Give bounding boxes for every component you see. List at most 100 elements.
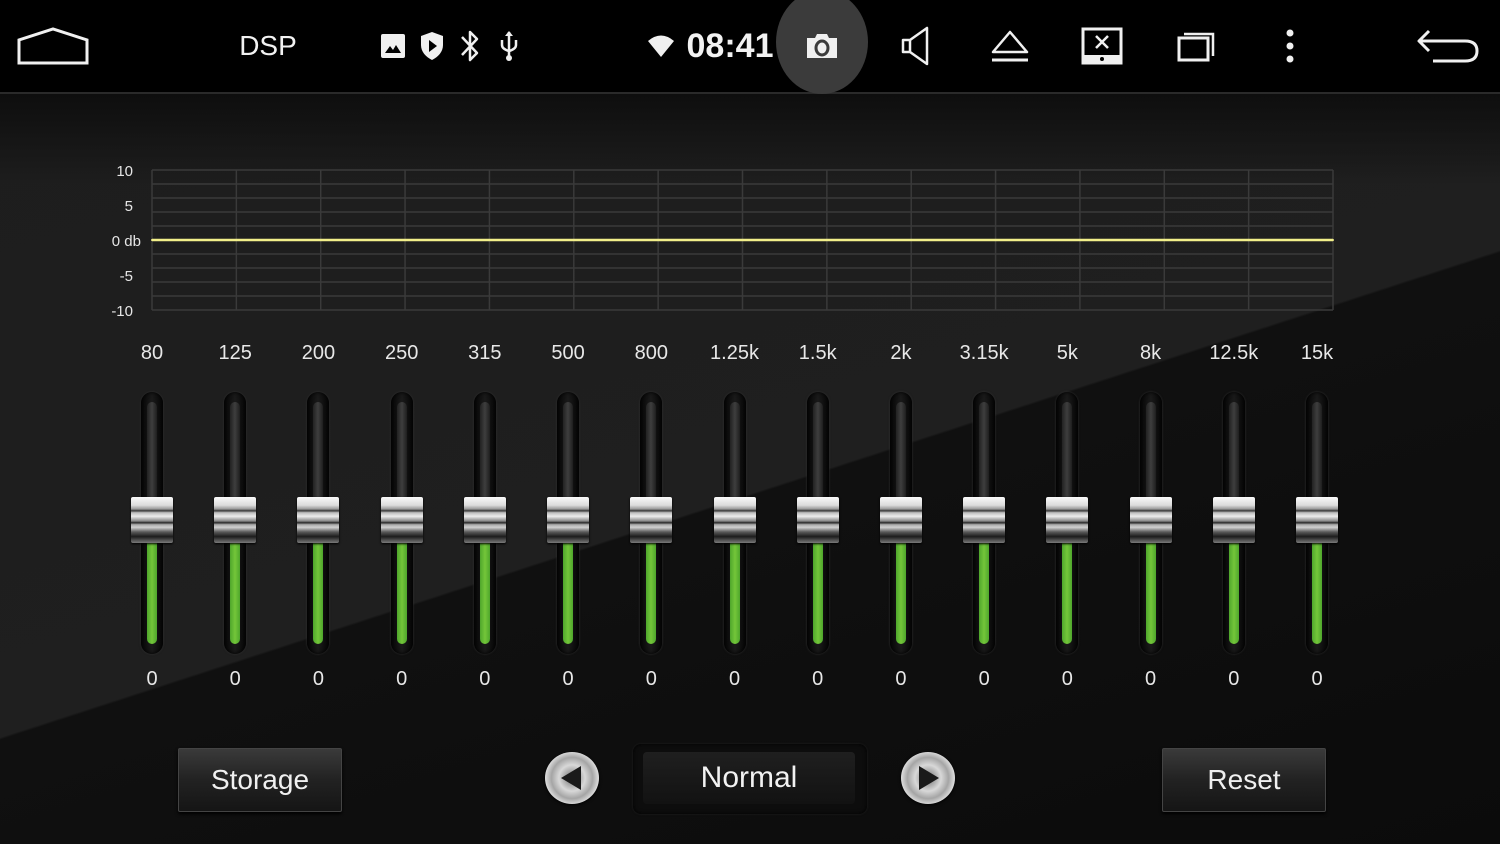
slider-knob[interactable] xyxy=(630,497,673,543)
band-slider[interactable] xyxy=(1287,392,1347,656)
band-slider[interactable] xyxy=(621,392,681,656)
slider-track[interactable] xyxy=(1062,402,1073,512)
band-slider[interactable] xyxy=(1037,392,1097,656)
slider-level-fill xyxy=(396,537,407,644)
slider-knob[interactable] xyxy=(1129,497,1172,543)
y-tick-label: 5 xyxy=(125,198,133,215)
play-protect-notification xyxy=(417,0,447,92)
y-tick-label: -10 xyxy=(111,303,133,320)
slider-knob[interactable] xyxy=(380,497,423,543)
prev-preset-button[interactable] xyxy=(545,752,599,804)
clock: 08:41 xyxy=(686,26,774,65)
band-slider[interactable] xyxy=(788,392,848,656)
band-value-label: 0 xyxy=(396,668,408,690)
home-button[interactable] xyxy=(14,0,92,92)
eq-curve-point xyxy=(825,239,828,241)
next-preset-button[interactable] xyxy=(901,752,955,804)
band-slider[interactable] xyxy=(122,392,182,656)
slider-track[interactable] xyxy=(313,402,324,512)
slider-knob[interactable] xyxy=(1046,497,1089,543)
band-frequency-label: 3.15k xyxy=(959,342,1009,364)
slider-track[interactable] xyxy=(812,402,823,512)
band-slider[interactable] xyxy=(455,392,515,656)
usb-icon xyxy=(500,31,518,61)
eq-curve-point xyxy=(1163,239,1166,241)
band-value-label: 0 xyxy=(1311,668,1323,690)
slider-track[interactable] xyxy=(979,402,990,512)
slider-knob[interactable] xyxy=(1212,497,1255,543)
slider-knob[interactable] xyxy=(879,497,922,543)
slider-track[interactable] xyxy=(479,402,490,512)
slider-knob[interactable] xyxy=(963,497,1006,543)
band-value-label: 0 xyxy=(312,668,324,690)
band-slider[interactable] xyxy=(1121,392,1181,656)
volume-icon xyxy=(901,26,929,66)
eq-curve-point xyxy=(572,239,575,241)
recent-apps-icon xyxy=(1177,32,1215,62)
slider-level-fill xyxy=(147,537,157,644)
eject-icon xyxy=(991,30,1029,62)
slider-knob[interactable] xyxy=(214,497,257,543)
slider-level-fill xyxy=(1145,537,1156,644)
wifi-icon xyxy=(648,35,674,57)
slider-track[interactable] xyxy=(563,402,574,512)
bluetooth-status xyxy=(456,0,484,92)
band-frequency-label: 80 xyxy=(140,342,164,364)
slider-track[interactable] xyxy=(729,402,740,512)
wifi-status xyxy=(646,0,676,92)
reset-button[interactable]: Reset xyxy=(1162,748,1326,812)
slider-track[interactable] xyxy=(1145,402,1156,512)
band-slider[interactable] xyxy=(705,392,765,656)
y-tick-label: 10 xyxy=(116,163,133,180)
band-slider[interactable] xyxy=(288,392,348,656)
band-value-label: 0 xyxy=(229,668,241,690)
eject-button[interactable] xyxy=(982,0,1038,92)
screen-off-icon xyxy=(1081,27,1123,65)
band-slider[interactable] xyxy=(538,392,598,656)
slider-knob[interactable] xyxy=(796,497,839,543)
screen-off-button[interactable] xyxy=(1074,0,1130,92)
recent-apps-button[interactable] xyxy=(1168,0,1224,92)
band-value-label: 0 xyxy=(812,668,824,690)
slider-knob[interactable] xyxy=(713,497,756,543)
band-frequency-label: 1.25k xyxy=(710,342,759,364)
slider-track[interactable] xyxy=(646,402,657,512)
band-frequency-label: 500 xyxy=(551,342,585,364)
eq-curve-point xyxy=(1247,239,1250,241)
app-title: DSP xyxy=(239,30,297,61)
slider-knob[interactable] xyxy=(547,497,590,543)
eq-curve-point xyxy=(404,239,407,241)
band-value-label: 0 xyxy=(1228,668,1240,690)
slider-level-fill xyxy=(979,537,990,644)
home-icon xyxy=(17,27,89,65)
band-slider[interactable] xyxy=(372,392,432,656)
storage-button[interactable]: Storage xyxy=(178,748,342,812)
eq-curve-point xyxy=(657,239,660,241)
slider-knob[interactable] xyxy=(463,497,506,543)
band-slider[interactable] xyxy=(205,392,265,656)
band-value-label: 0 xyxy=(479,668,491,690)
band-value-label: 0 xyxy=(978,668,990,690)
menu-button[interactable] xyxy=(1270,0,1310,92)
dsp-equalizer-panel: 10 5 0 db -5 -10 80 125 200 250 315 500 800 1.25k 1.… xyxy=(0,94,1500,844)
slider-track[interactable] xyxy=(895,402,906,512)
slider-track[interactable] xyxy=(1228,402,1239,512)
slider-track[interactable] xyxy=(1312,402,1322,512)
slider-knob[interactable] xyxy=(1296,497,1338,543)
band-slider[interactable] xyxy=(954,392,1014,656)
slider-track[interactable] xyxy=(230,402,241,512)
slider-level-fill xyxy=(729,537,740,644)
back-icon xyxy=(1417,29,1479,63)
band-frequency-label: 800 xyxy=(634,342,668,364)
eq-curve-point xyxy=(488,239,491,241)
band-slider[interactable] xyxy=(871,392,931,656)
band-frequency-label: 12.5k xyxy=(1209,342,1259,364)
volume-button[interactable] xyxy=(888,0,944,92)
screenshot-button[interactable] xyxy=(790,0,854,92)
slider-track[interactable] xyxy=(396,402,407,512)
slider-knob[interactable] xyxy=(297,497,340,543)
slider-track[interactable] xyxy=(147,402,157,512)
band-slider[interactable] xyxy=(1204,392,1264,656)
back-button[interactable] xyxy=(1410,0,1486,92)
slider-knob[interactable] xyxy=(131,497,173,543)
